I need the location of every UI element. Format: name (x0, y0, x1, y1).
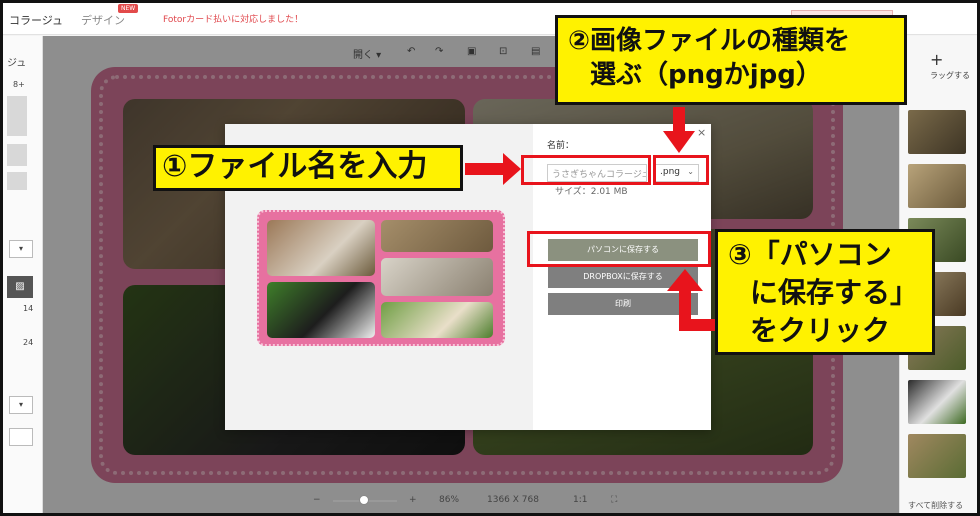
annotation-step3-line2: に保存する」 (750, 276, 919, 309)
arrow-to-filename (465, 153, 521, 185)
arrow-to-format (663, 107, 695, 153)
annotation-step1-text: ①ファイル名を入力 (162, 149, 428, 184)
annotation-step1: ①ファイル名を入力 (153, 145, 463, 191)
annotation-step3: ③「パソコン に保存する」 をクリック (715, 229, 935, 355)
annotation-step2: ②画像ファイルの種類を 選ぶ（pngかjpg） (555, 15, 907, 105)
annotation-step3-line3: をクリック (750, 314, 891, 347)
annotation-step3-line1: ③「パソコン (728, 238, 892, 271)
screenshot-frame: コラージュ デザイン NEW Fotorカード払いに対応しました！ はまでの更新… (0, 0, 980, 516)
annotation-step2-line1: ②画像ファイルの種類を (568, 26, 851, 56)
annotation-step2-line2: 選ぶ（pngかjpg） (590, 60, 822, 90)
arrow-to-save (667, 269, 715, 331)
